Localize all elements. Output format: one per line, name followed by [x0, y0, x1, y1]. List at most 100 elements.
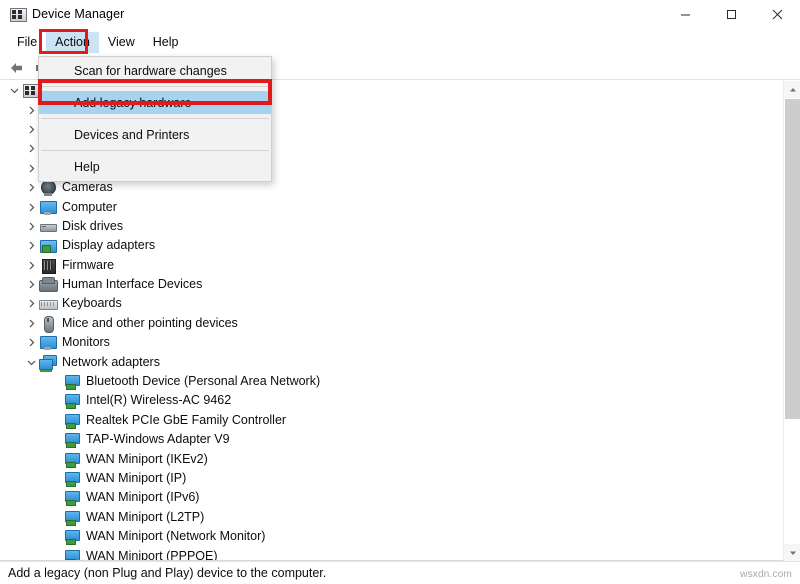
- close-icon[interactable]: [754, 0, 800, 28]
- monitor-icon: [39, 199, 57, 216]
- chevron-down-icon[interactable]: [6, 81, 22, 100]
- chevron-right-icon[interactable]: [23, 101, 39, 120]
- tree-item-network-adapters[interactable]: Network adapters: [0, 352, 800, 371]
- monitor-icon: [39, 334, 57, 351]
- tree-item-label: Network adapters: [62, 353, 160, 372]
- tree-item-label: Realtek PCIe GbE Family Controller: [86, 411, 286, 430]
- menu-file[interactable]: File: [8, 32, 46, 53]
- network-device-icon: [63, 431, 81, 448]
- menu-view[interactable]: View: [99, 32, 144, 53]
- tree-item-label: WAN Miniport (IP): [86, 469, 186, 488]
- menu-item-add-legacy-hardware[interactable]: Add legacy hardware: [39, 91, 271, 114]
- tree-item-label: Computer: [62, 198, 117, 217]
- menu-separator: [41, 118, 269, 119]
- chevron-right-icon[interactable]: [23, 159, 39, 178]
- network-device-icon: [63, 392, 81, 409]
- scroll-down-icon[interactable]: [784, 544, 800, 561]
- tree-item-wan-miniport-network-monitor[interactable]: WAN Miniport (Network Monitor): [0, 527, 800, 546]
- tree-item-label: WAN Miniport (L2TP): [86, 508, 204, 527]
- tree-item-label: Intel(R) Wireless-AC 9462: [86, 391, 231, 410]
- menu-item-scan-for-hardware-changes[interactable]: Scan for hardware changes: [39, 59, 271, 82]
- keyboard-icon: [39, 295, 57, 312]
- back-arrow-icon[interactable]: [6, 58, 28, 78]
- action-dropdown-menu[interactable]: Scan for hardware changes Add legacy har…: [38, 56, 272, 182]
- maximize-icon[interactable]: [708, 0, 754, 28]
- window-title: Device Manager: [32, 7, 124, 21]
- tree-item-computer[interactable]: Computer: [0, 197, 800, 216]
- network-device-icon: [63, 548, 81, 561]
- network-device-icon: [63, 373, 81, 390]
- vertical-scrollbar[interactable]: [783, 81, 800, 561]
- tree-item-label: Monitors: [62, 333, 110, 352]
- scroll-up-icon[interactable]: [784, 81, 800, 98]
- network-adapter-icon: [39, 354, 57, 371]
- tree-item-realtek-pcie-gbe[interactable]: Realtek PCIe GbE Family Controller: [0, 411, 800, 430]
- tree-item-label: WAN Miniport (IKEv2): [86, 450, 208, 469]
- network-device-icon: [63, 509, 81, 526]
- device-manager-icon: [9, 6, 27, 23]
- chevron-down-icon[interactable]: [23, 353, 39, 372]
- menu-action[interactable]: Action: [46, 32, 99, 53]
- tree-item-tap-windows-adapter-v9[interactable]: TAP-Windows Adapter V9: [0, 430, 800, 449]
- status-bar-text: Add a legacy (non Plug and Play) device …: [8, 566, 326, 580]
- window-controls: [662, 0, 800, 28]
- chevron-right-icon[interactable]: [23, 314, 39, 333]
- tree-item-label: Mice and other pointing devices: [62, 314, 238, 333]
- menu-separator: [41, 86, 269, 87]
- menu-item-help[interactable]: Help: [39, 155, 271, 178]
- tree-item-label: WAN Miniport (IPv6): [86, 488, 199, 507]
- network-device-icon: [63, 412, 81, 429]
- disk-drive-icon: [39, 218, 57, 235]
- minimize-icon[interactable]: [662, 0, 708, 28]
- chevron-right-icon[interactable]: [23, 333, 39, 352]
- tree-item-wan-miniport-ikev2[interactable]: WAN Miniport (IKEv2): [0, 449, 800, 468]
- tree-item-label: Human Interface Devices: [62, 275, 202, 294]
- chevron-right-icon[interactable]: [23, 198, 39, 217]
- menu-item-devices-and-printers[interactable]: Devices and Printers: [39, 123, 271, 146]
- tree-item-bluetooth-pan[interactable]: Bluetooth Device (Personal Area Network): [0, 372, 800, 391]
- tree-item-intel-wireless-ac-9462[interactable]: Intel(R) Wireless-AC 9462: [0, 391, 800, 410]
- chevron-right-icon[interactable]: [23, 139, 39, 158]
- tree-item-label: Bluetooth Device (Personal Area Network): [86, 372, 320, 391]
- network-device-icon: [63, 470, 81, 487]
- chevron-right-icon[interactable]: [23, 217, 39, 236]
- scrollbar-thumb[interactable]: [785, 99, 800, 419]
- tree-item-label: Keyboards: [62, 294, 122, 313]
- tree-item-label: Disk drives: [62, 217, 123, 236]
- tree-item-label: TAP-Windows Adapter V9: [86, 430, 230, 449]
- menu-separator: [41, 150, 269, 151]
- chevron-right-icon[interactable]: [23, 275, 39, 294]
- tree-item-firmware[interactable]: Firmware: [0, 256, 800, 275]
- chevron-right-icon[interactable]: [23, 294, 39, 313]
- hid-icon: [39, 276, 57, 293]
- tree-item-label: Display adapters: [62, 236, 155, 255]
- tree-item-label: WAN Miniport (Network Monitor): [86, 527, 265, 546]
- title-bar: Device Manager: [0, 0, 800, 28]
- tree-item-wan-miniport-pppoe[interactable]: WAN Miniport (PPPOE): [0, 546, 800, 561]
- network-device-icon: [63, 528, 81, 545]
- tree-item-label: Firmware: [62, 256, 114, 275]
- tree-item-wan-miniport-ip[interactable]: WAN Miniport (IP): [0, 469, 800, 488]
- network-device-icon: [63, 451, 81, 468]
- tree-item-monitors[interactable]: Monitors: [0, 333, 800, 352]
- chevron-right-icon[interactable]: [23, 178, 39, 197]
- tree-item-label: WAN Miniport (PPPOE): [86, 547, 218, 561]
- device-manager-window: Device Manager File Action View Help: [0, 0, 800, 584]
- tree-item-keyboards[interactable]: Keyboards: [0, 294, 800, 313]
- tree-item-disk-drives[interactable]: Disk drives: [0, 217, 800, 236]
- chevron-right-icon[interactable]: [23, 256, 39, 275]
- firmware-icon: [39, 257, 57, 274]
- network-device-icon: [63, 489, 81, 506]
- status-bar: Add a legacy (non Plug and Play) device …: [0, 561, 800, 584]
- tree-item-display-adapters[interactable]: Display adapters: [0, 236, 800, 255]
- tree-item-wan-miniport-ipv6[interactable]: WAN Miniport (IPv6): [0, 488, 800, 507]
- chevron-right-icon[interactable]: [23, 120, 39, 139]
- watermark: wsxdn.com: [740, 569, 792, 580]
- tree-item-mice-and-pointing-devices[interactable]: Mice and other pointing devices: [0, 314, 800, 333]
- tree-item-wan-miniport-l2tp[interactable]: WAN Miniport (L2TP): [0, 508, 800, 527]
- chevron-right-icon[interactable]: [23, 236, 39, 255]
- menu-help[interactable]: Help: [144, 32, 188, 53]
- menu-bar: File Action View Help: [0, 28, 800, 56]
- mouse-icon: [39, 315, 57, 332]
- tree-item-human-interface-devices[interactable]: Human Interface Devices: [0, 275, 800, 294]
